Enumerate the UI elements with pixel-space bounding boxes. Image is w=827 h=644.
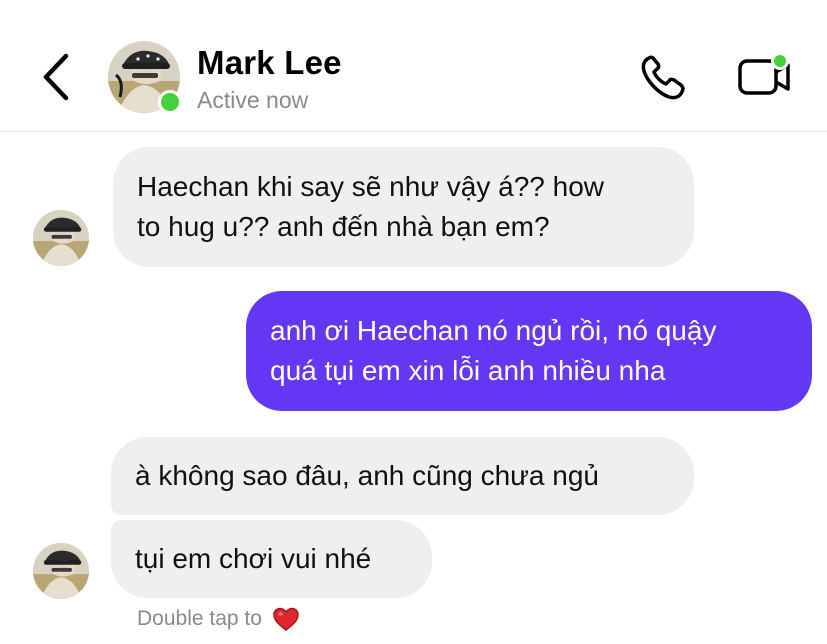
audio-call-button[interactable] (636, 52, 692, 104)
profile-photo (33, 543, 89, 599)
message-bubble-incoming[interactable]: Haechan khi say sẽ như vậy á?? how to hu… (113, 147, 694, 267)
active-status: Active now (197, 87, 309, 113)
sender-avatar[interactable] (33, 210, 89, 266)
reaction-hint: Double tap to (137, 605, 300, 633)
message-bubble-incoming[interactable]: tụi em chơi vui nhé (111, 520, 432, 598)
reaction-hint-text: Double tap to (137, 607, 262, 630)
message-text-line: to hug u?? anh đến nhà bạn em? (137, 211, 550, 242)
message-text-line: quá tụi em xin lỗi anh nhiều nha (270, 355, 666, 386)
message-bubble-incoming[interactable]: à không sao đâu, anh cũng chưa ngủ (111, 437, 694, 515)
chevron-left-icon (43, 53, 69, 101)
message-text-line: Haechan khi say sẽ như vậy á?? how (137, 171, 605, 202)
video-active-indicator (771, 52, 789, 70)
phone-icon (641, 55, 685, 100)
message-text: tụi em chơi vui nhé (135, 543, 372, 574)
online-indicator (158, 90, 182, 114)
chat-header: Mark Lee Active now (0, 0, 827, 132)
profile-photo (33, 210, 89, 266)
sender-avatar[interactable] (33, 543, 89, 599)
red-heart-icon (272, 605, 300, 633)
message-bubble-outgoing[interactable]: anh ơi Haechan nó ngủ rồi, nó quậy quá t… (246, 291, 812, 411)
back-button[interactable] (38, 50, 78, 104)
message-text: à không sao đâu, anh cũng chưa ngủ (135, 460, 599, 491)
message-text-line: anh ơi Haechan nó ngủ rồi, nó quậy (270, 315, 717, 346)
contact-name[interactable]: Mark Lee (197, 44, 342, 82)
